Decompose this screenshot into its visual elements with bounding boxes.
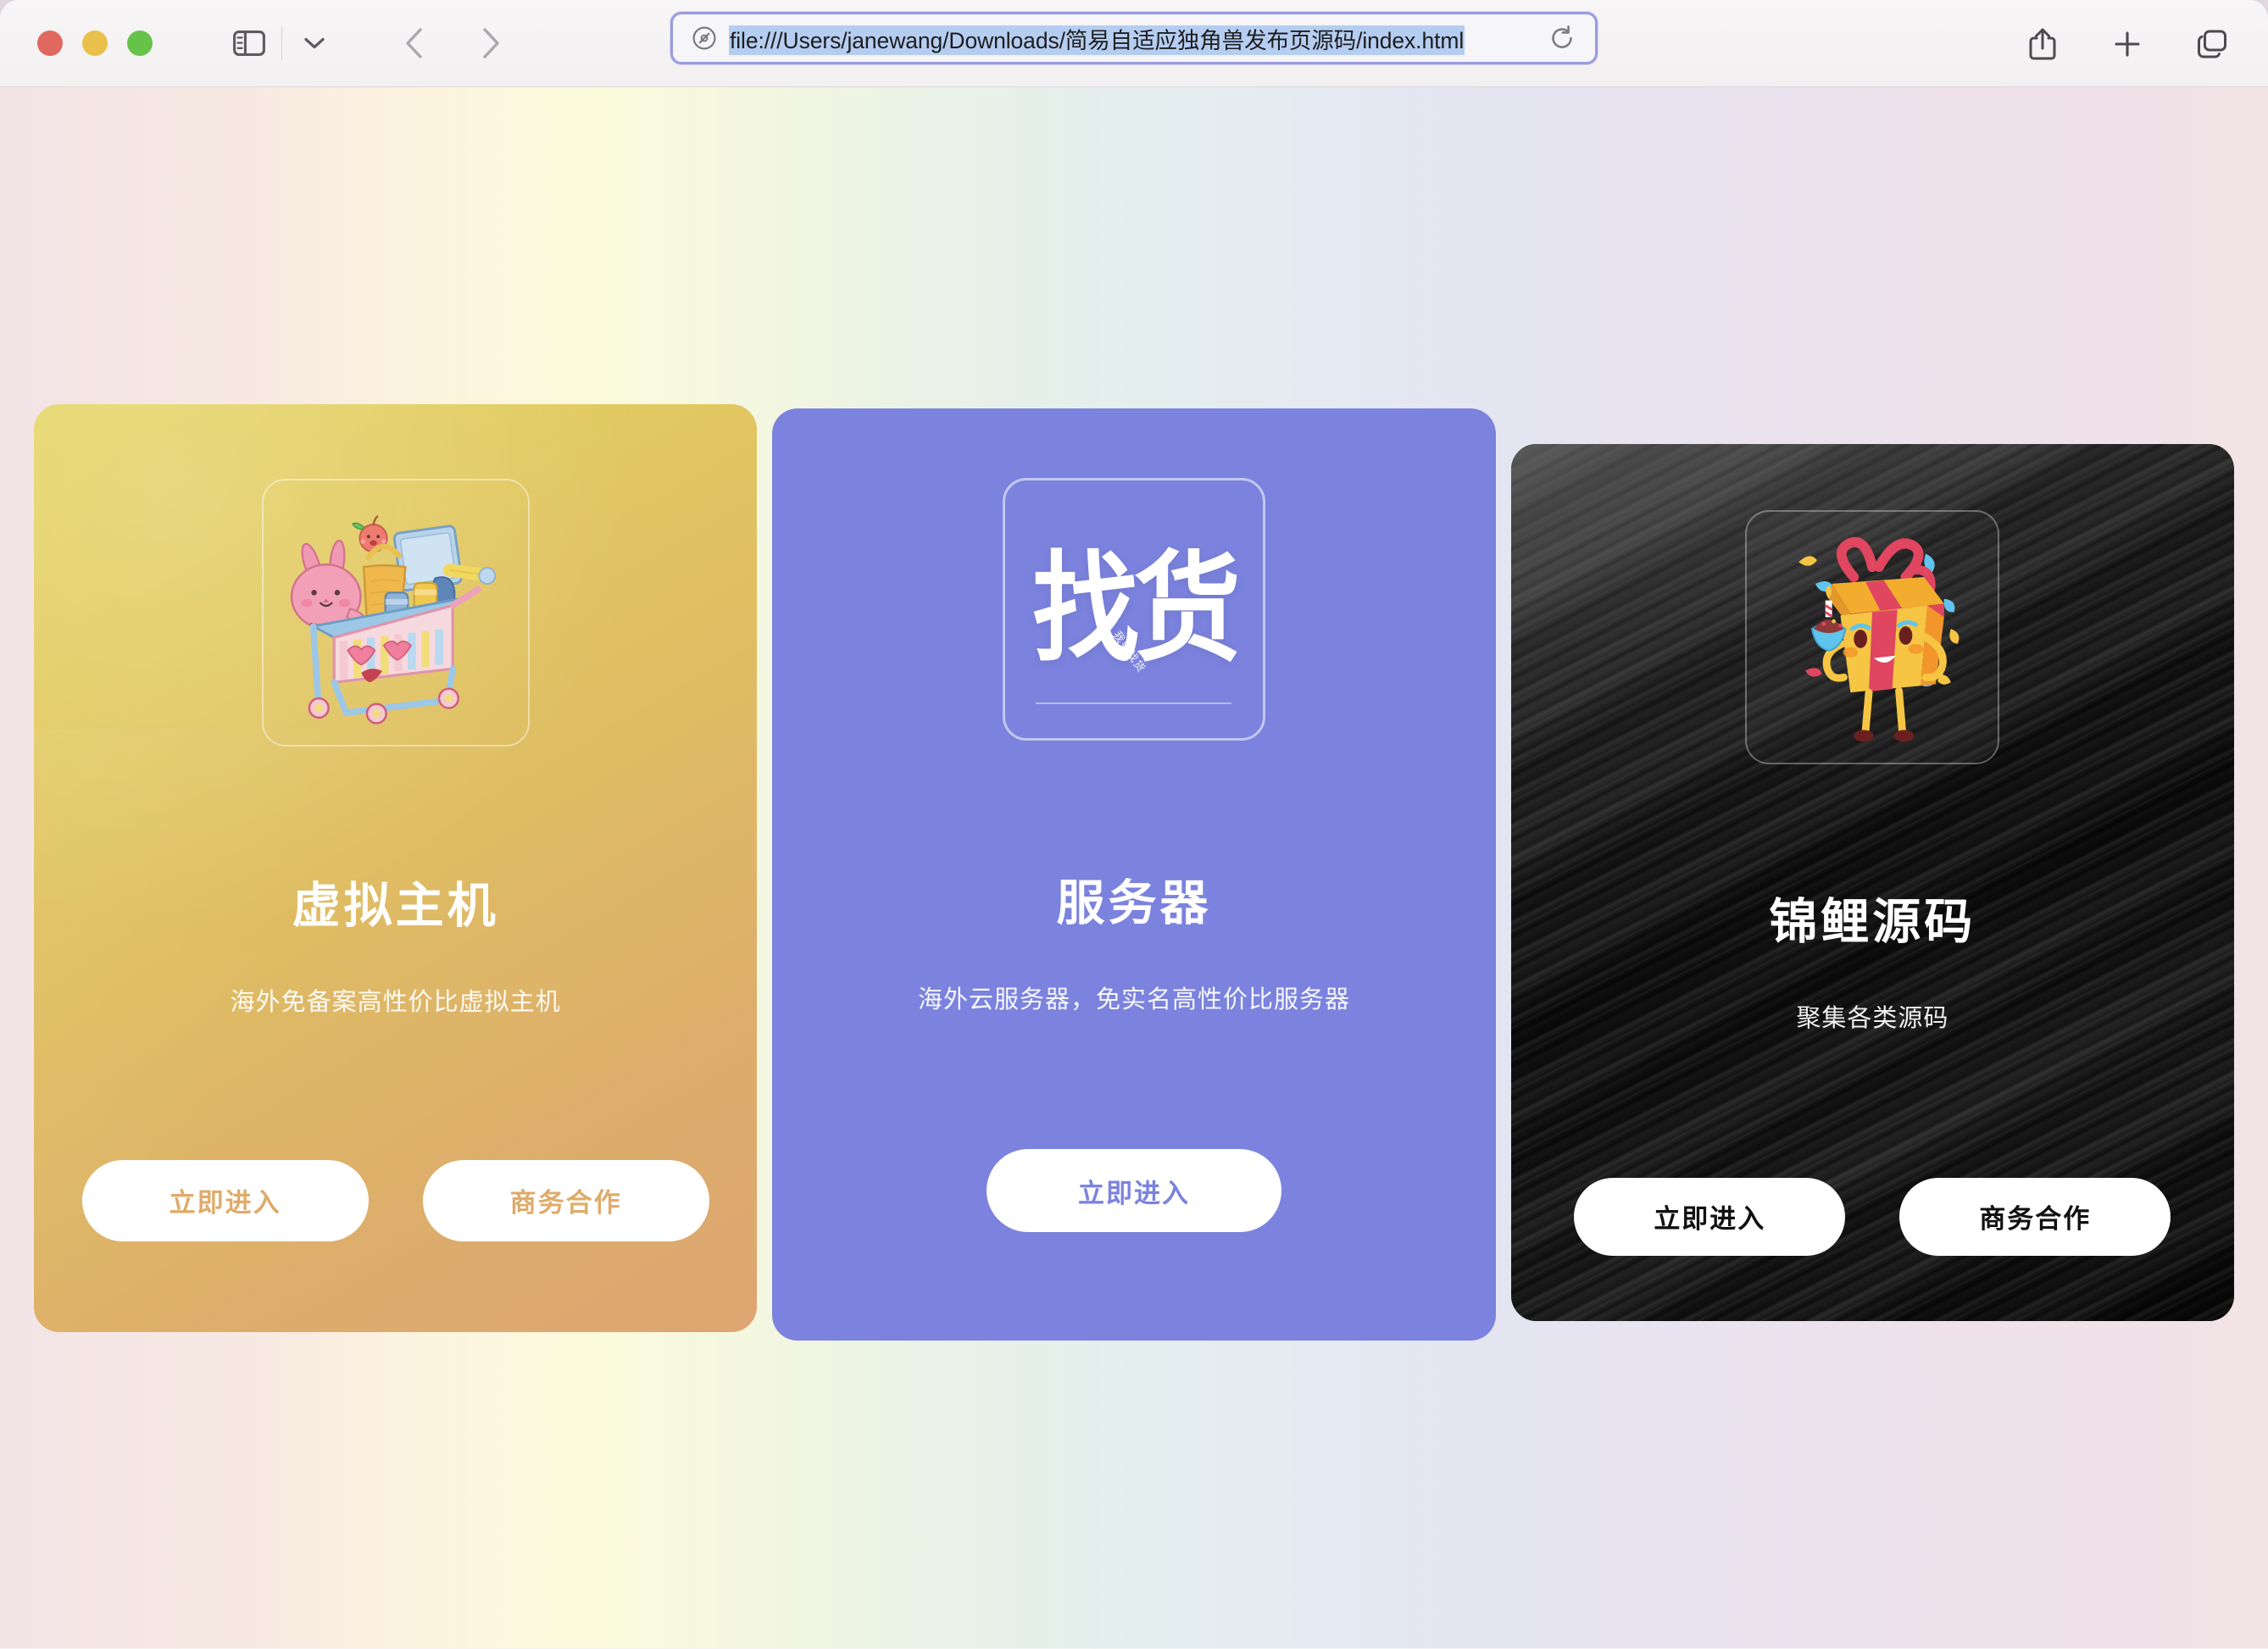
card-server[interactable]: 找货 我要找货 服务器 海外云服务器，免实名高性价比服务器 立即进入 — [772, 408, 1496, 1341]
business-cooperation-button[interactable]: 商务合作 — [422, 1159, 709, 1241]
plus-icon — [2115, 31, 2140, 57]
card-icon-frame — [1745, 509, 2000, 764]
forward-arrow-icon — [483, 28, 499, 58]
card-icon-frame — [261, 478, 530, 747]
toolbar-right-actions — [2015, 0, 2239, 87]
card-subtitle: 海外免备案高性价比虚拟主机 — [230, 988, 561, 1016]
close-window-button[interactable] — [37, 31, 63, 56]
zhaohuo-logo: 找货 我要找货 — [1005, 480, 1263, 738]
back-arrow-icon — [406, 28, 422, 58]
reload-icon[interactable] — [1548, 24, 1576, 53]
page-content: 虚拟主机 海外免备案高性价比虚拟主机 立即进入 商务合作 找货 我要找货 服务器 — [0, 87, 2268, 1648]
enter-button[interactable]: 立即进入 — [986, 1149, 1281, 1232]
url-text[interactable]: file:///Users/janewang/Downloads/简易自适应独角… — [729, 22, 1537, 55]
back-button[interactable] — [387, 19, 442, 67]
address-bar[interactable]: file:///Users/janewang/Downloads/简易自适应独角… — [670, 12, 1598, 64]
card-title: 服务器 — [1056, 876, 1212, 930]
toolbar-divider — [281, 26, 282, 60]
card-button-row: 立即进入 — [772, 1149, 1495, 1232]
enter-button[interactable]: 立即进入 — [1574, 1177, 1846, 1256]
card-icon-frame: 找货 我要找货 — [1002, 478, 1265, 741]
enter-button[interactable]: 立即进入 — [81, 1159, 369, 1241]
shield-privacy-icon — [692, 26, 716, 50]
tabs-icon — [2197, 30, 2226, 58]
card-virtual-host[interactable]: 虚拟主机 海外免备案高性价比虚拟主机 立即进入 商务合作 — [34, 404, 758, 1332]
chevron-down-icon — [304, 37, 325, 49]
card-button-row: 立即进入 商务合作 — [34, 1159, 757, 1241]
share-icon — [2029, 28, 2056, 59]
new-tab-button[interactable] — [2100, 20, 2154, 68]
forward-button[interactable] — [464, 19, 518, 67]
tab-group-dropdown-button[interactable] — [287, 19, 342, 67]
address-bar-container: file:///Users/janewang/Downloads/简易自适应独角… — [670, 12, 1598, 64]
card-button-row: 立即进入 商务合作 — [1511, 1177, 2234, 1256]
zhaohuo-logo-rule — [1036, 702, 1232, 704]
card-title: 锦鲤源码 — [1769, 894, 1976, 949]
gift-box-character-illustration — [1798, 536, 1959, 741]
browser-toolbar: file:///Users/janewang/Downloads/简易自适应独角… — [0, 0, 2268, 87]
share-button[interactable] — [2015, 20, 2070, 68]
card-source-code[interactable]: 锦鲤源码 聚集各类源码 立即进入 商务合作 — [1510, 443, 2234, 1321]
maximize-window-button[interactable] — [127, 31, 153, 56]
tab-overview-button[interactable] — [2185, 20, 2239, 68]
browser-window: file:///Users/janewang/Downloads/简易自适应独角… — [0, 0, 2268, 1649]
sidebar-icon — [233, 31, 265, 56]
window-controls — [37, 31, 153, 56]
shopping-cart-illustration — [290, 514, 496, 725]
sidebar-controls — [222, 19, 342, 67]
cards-row: 虚拟主机 海外免备案高性价比虚拟主机 立即进入 商务合作 找货 我要找货 服务器 — [34, 87, 2234, 1648]
business-cooperation-button[interactable]: 商务合作 — [1899, 1177, 2171, 1256]
card-subtitle: 聚集各类源码 — [1796, 1004, 1949, 1032]
card-subtitle: 海外云服务器，免实名高性价比服务器 — [917, 986, 1350, 1013]
minimize-window-button[interactable] — [82, 31, 108, 56]
navigation-controls — [387, 19, 518, 67]
sidebar-toggle-button[interactable] — [222, 19, 276, 67]
card-title: 虚拟主机 — [292, 878, 499, 933]
url-value: file:///Users/janewang/Downloads/简易自适应独角… — [729, 25, 1465, 55]
